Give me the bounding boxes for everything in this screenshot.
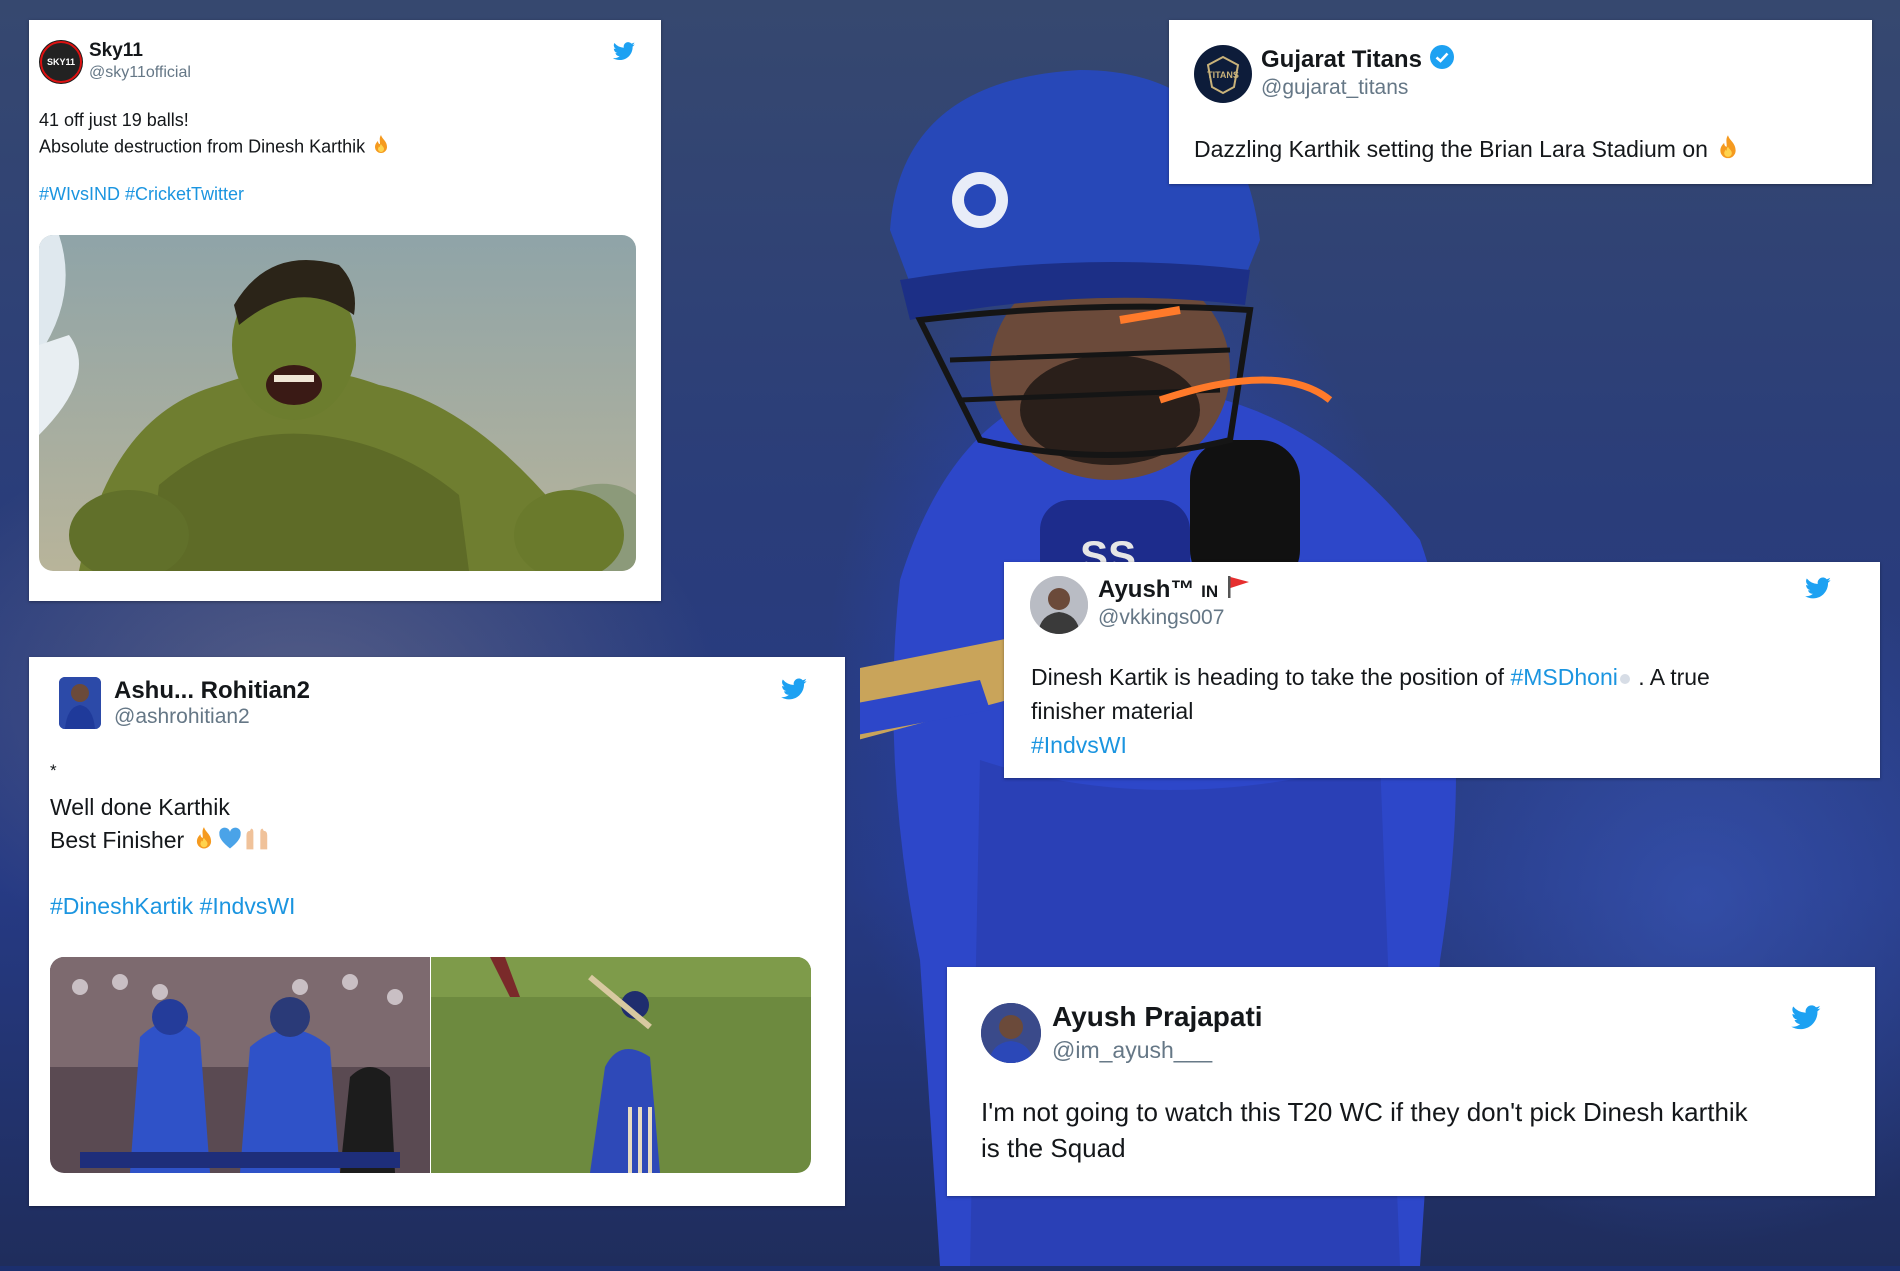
tweet-text-line: finisher material xyxy=(1031,698,1194,724)
tweet-text: Dazzling Karthik setting the Brian Lara … xyxy=(1194,136,1708,163)
display-name[interactable]: Ayush Prajapati xyxy=(1052,1001,1263,1033)
hulk-image[interactable] xyxy=(39,235,636,571)
match-stills[interactable] xyxy=(50,957,811,1173)
verified-badge-icon xyxy=(1429,44,1455,77)
hashtag[interactable]: #IndvsWI xyxy=(1031,732,1127,759)
tweet-text: Dinesh Kartik is heading to take the pos… xyxy=(1031,664,1505,690)
display-name[interactable]: Gujarat Titans xyxy=(1261,44,1455,77)
tweet-text-line: 41 off just 19 balls! xyxy=(39,110,189,130)
display-name[interactable]: Ayush™ IN xyxy=(1098,574,1251,607)
tweet-text-line: Well done Karthik xyxy=(50,794,230,820)
tweet-card-ayush-vkkings[interactable]: Ayush™ IN @vkkings007 Dinesh Kartik is h… xyxy=(1004,562,1880,778)
avatar-logo-text: SKY11 xyxy=(47,57,75,67)
tweet-text-line: is the Squad xyxy=(981,1133,1126,1163)
user-handle[interactable]: @ashrohitian2 xyxy=(114,705,250,729)
fire-emoji xyxy=(191,826,217,858)
twitter-bird-icon[interactable] xyxy=(1790,1005,1822,1037)
tweet-text: Absolute destruction from Dinesh Karthik xyxy=(39,136,366,157)
hashtags[interactable]: #WIvsIND #CricketTwitter xyxy=(39,184,244,205)
twitter-bird-icon[interactable] xyxy=(612,42,636,67)
display-name[interactable]: Ashu... Rohitian2 xyxy=(114,677,310,705)
tweet-card-ayush-prajapati[interactable]: Ayush Prajapati @im_ayush___ I'm not goi… xyxy=(947,967,1875,1196)
tweet-text-line: Dinesh Kartik is heading to take the pos… xyxy=(1031,664,1710,692)
tweet-text: . A true xyxy=(1638,664,1710,690)
hashtags[interactable]: #DineshKartik #IndvsWI xyxy=(50,893,295,920)
user-handle[interactable]: @vkkings007 xyxy=(1098,606,1224,630)
avatar[interactable] xyxy=(1030,576,1088,634)
display-name-text[interactable]: Gujarat Titans xyxy=(1261,46,1422,73)
tweet-text-line: * xyxy=(50,761,57,780)
tweet-text: Best Finisher xyxy=(50,827,185,854)
flag-prefix-text: IN xyxy=(1201,581,1219,601)
avatar[interactable]: SKY11 xyxy=(39,40,83,84)
twitter-bird-icon[interactable] xyxy=(1804,577,1832,606)
tweet-text-line: Absolute destruction from Dinesh Karthik xyxy=(39,134,392,161)
avatar[interactable]: TITANS xyxy=(1194,45,1252,103)
avatar-logo-text: TITANS xyxy=(1207,70,1239,80)
tweet-text-line: Best Finisher xyxy=(50,826,273,858)
twitter-bird-icon[interactable] xyxy=(780,678,808,707)
tweet-text-line: Dazzling Karthik setting the Brian Lara … xyxy=(1194,134,1742,168)
user-handle[interactable]: @gujarat_titans xyxy=(1261,76,1408,100)
raising-hands-emoji xyxy=(243,826,273,858)
avatar[interactable] xyxy=(981,1003,1041,1063)
blue-heart-emoji xyxy=(217,826,243,858)
red-flag-emoji xyxy=(1225,574,1251,607)
tweet-text-line: I'm not going to watch this T20 WC if th… xyxy=(981,1097,1748,1127)
hashflag-icon xyxy=(1618,665,1632,692)
display-name-text[interactable]: Ayush™ xyxy=(1098,576,1194,603)
display-name[interactable]: Sky11 xyxy=(89,40,143,62)
hashtag-msdhoni[interactable]: #MSDhoni xyxy=(1510,664,1617,690)
tweet-card-sky11[interactable]: SKY11 Sky11 @sky11official 41 off just 1… xyxy=(29,20,661,601)
tweet-card-gujarat-titans[interactable]: TITANS Gujarat Titans @gujarat_titans Da… xyxy=(1169,20,1872,184)
user-handle[interactable]: @sky11official xyxy=(89,64,191,82)
avatar[interactable] xyxy=(59,677,101,729)
user-handle[interactable]: @im_ayush___ xyxy=(1052,1037,1212,1064)
fire-emoji xyxy=(1714,134,1742,168)
tweet-card-ashu-rohitian2[interactable]: Ashu... Rohitian2 @ashrohitian2 * Well d… xyxy=(29,657,845,1206)
fire-emoji xyxy=(370,134,392,161)
